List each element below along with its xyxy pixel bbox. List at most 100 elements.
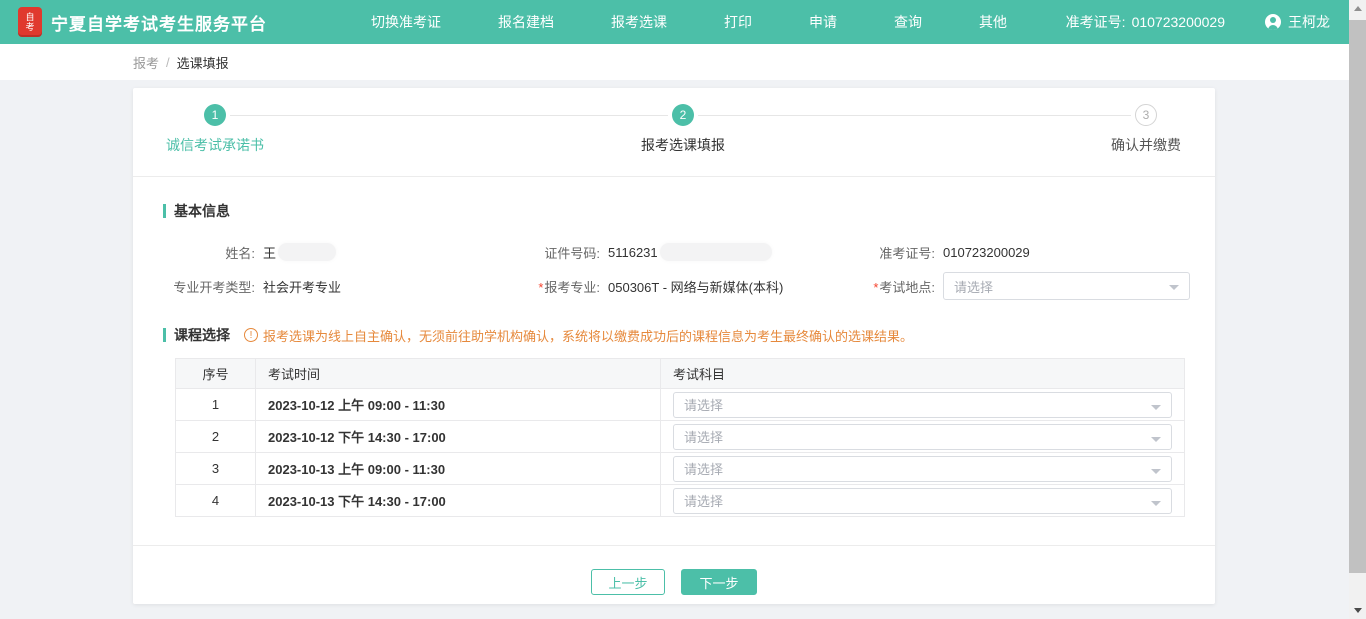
course-table-header-row: 序号 考试时间 考试科目 (176, 359, 1185, 389)
step-2-course-selection: 2 报考选课填报 (641, 104, 725, 155)
row-2-subject-select[interactable]: 请选择 (673, 424, 1172, 450)
section-accent-bar (163, 204, 166, 218)
row-4-subject-cell: 请选择 (661, 485, 1185, 517)
scrollbar-thumb[interactable] (1349, 20, 1366, 573)
field-exam-location-control: 请选择 (943, 272, 1190, 300)
row-3-no: 3 (176, 453, 256, 485)
row-4-no: 4 (176, 485, 256, 517)
app-header: 自考 宁夏自学考试考生服务平台 切换准考证 报名建档 报考选课 打印 申请 查询… (0, 0, 1366, 44)
field-exam-location-label-text: 考试地点: (879, 280, 935, 295)
course-table-row: 2 2023-10-12 下午 14:30 - 17:00 请选择 (176, 421, 1185, 453)
step-connector-line (698, 115, 1131, 116)
basic-info-row-1: 姓名: 王 证件号码: 5116231 准考证号: 010723200029 (163, 235, 1185, 269)
previous-step-button[interactable]: 上一步 (591, 569, 665, 595)
step-3-confirm-pay: 3 确认并缴费 (1111, 104, 1181, 155)
admission-ticket-value: 010723200029 (1132, 14, 1225, 30)
field-name: 姓名: 王 (163, 243, 508, 262)
step-1-integrity-commitment: 1 诚信考试承诺书 (166, 104, 264, 155)
field-major-label: *报考专业: (508, 277, 600, 296)
field-name-value: 王 (263, 243, 336, 262)
course-table-row: 1 2023-10-12 上午 09:00 - 11:30 请选择 (176, 389, 1185, 421)
exam-location-placeholder: 请选择 (954, 277, 993, 296)
admission-ticket-number: 准考证号: 010723200029 (1066, 12, 1225, 32)
column-header-exam-time: 考试时间 (256, 359, 661, 389)
field-admission-ticket: 准考证号: 010723200029 (842, 243, 1185, 262)
field-id-value: 5116231 (608, 243, 772, 261)
nav-item-apply[interactable]: 申请 (809, 12, 837, 32)
row-1-subject-cell: 请选择 (661, 389, 1185, 421)
nav-item-course-selection[interactable]: 报考选课 (611, 12, 667, 32)
nav-item-other[interactable]: 其他 (979, 12, 1007, 32)
exam-location-select[interactable]: 请选择 (943, 272, 1190, 300)
step-1-number: 1 (204, 104, 226, 126)
row-3-subject-select[interactable]: 请选择 (673, 456, 1172, 482)
row-3-exam-time: 2023-10-13 上午 09:00 - 11:30 (256, 453, 661, 485)
action-buttons: 上一步 下一步 (133, 546, 1215, 595)
step-3-number: 3 (1135, 104, 1157, 126)
header-right: 准考证号: 010723200029 王柯龙 (1066, 12, 1330, 32)
field-admission-ticket-value: 010723200029 (943, 245, 1030, 260)
row-1-no: 1 (176, 389, 256, 421)
main-nav: 切换准考证 报名建档 报考选课 打印 申请 查询 其他 (371, 12, 1007, 32)
nav-item-print[interactable]: 打印 (724, 12, 752, 32)
info-circle-icon: ! (244, 328, 258, 342)
step-1-label: 诚信考试承诺书 (166, 135, 264, 155)
brand-title: 宁夏自学考试考生服务平台 (51, 10, 267, 35)
field-id-number: 证件号码: 5116231 (508, 243, 842, 262)
row-4-subject-select[interactable]: 请选择 (673, 488, 1172, 514)
scroll-down-button[interactable] (1349, 602, 1366, 619)
scroll-up-button[interactable] (1349, 0, 1366, 17)
course-table-row: 3 2023-10-13 上午 09:00 - 11:30 请选择 (176, 453, 1185, 485)
breadcrumb-separator: / (166, 55, 170, 70)
admission-ticket-label: 准考证号: (1066, 14, 1126, 30)
nav-item-switch-admission-ticket[interactable]: 切换准考证 (371, 12, 441, 32)
field-exam-location-label: *考试地点: (842, 277, 935, 296)
step-2-number: 2 (672, 104, 694, 126)
course-notice-text: 报考选课为线上自主确认，无须前往助学机构确认，系统将以缴费成功后的课程信息为考生… (263, 326, 913, 345)
required-mark: * (538, 280, 543, 295)
row-2-subject-placeholder: 请选择 (684, 427, 723, 446)
scroll-up-icon (1354, 6, 1362, 11)
section-accent-bar (163, 328, 166, 342)
user-menu[interactable]: 王柯龙 (1265, 12, 1330, 32)
scroll-down-icon (1354, 608, 1362, 613)
step-2-label: 报考选课填报 (641, 135, 725, 155)
breadcrumb: 报考 / 选课填报 (0, 44, 1366, 80)
course-section-title-text: 课程选择 (174, 325, 230, 345)
basic-info-section: 基本信息 姓名: 王 证件号码: 5116231 (133, 201, 1215, 303)
next-step-button[interactable]: 下一步 (681, 569, 757, 595)
column-header-exam-subject: 考试科目 (661, 359, 1185, 389)
course-section-title: 课程选择 (163, 325, 230, 345)
basic-info-row-2: 专业开考类型: 社会开考专业 *报考专业: 050306T - 网络与新媒体(本… (163, 269, 1185, 303)
row-1-subject-placeholder: 请选择 (684, 395, 723, 414)
user-icon (1265, 14, 1281, 30)
row-1-subject-select[interactable]: 请选择 (673, 392, 1172, 418)
field-major-value: 050306T - 网络与新媒体(本科) (608, 277, 783, 296)
field-id-value-text: 5116231 (608, 245, 658, 260)
step-indicator: 1 诚信考试承诺书 2 报考选课填报 3 确认并缴费 (133, 88, 1215, 177)
breadcrumb-current: 选课填报 (177, 53, 229, 72)
field-name-label: 姓名: (163, 243, 255, 262)
basic-info-title-text: 基本信息 (174, 201, 230, 221)
row-2-no: 2 (176, 421, 256, 453)
column-header-no: 序号 (176, 359, 256, 389)
row-3-subject-placeholder: 请选择 (684, 459, 723, 478)
row-2-exam-time: 2023-10-12 下午 14:30 - 17:00 (256, 421, 661, 453)
row-1-exam-time: 2023-10-12 上午 09:00 - 11:30 (256, 389, 661, 421)
nav-item-registration-filing[interactable]: 报名建档 (498, 12, 554, 32)
breadcrumb-parent[interactable]: 报考 (133, 53, 159, 72)
user-name: 王柯龙 (1288, 12, 1330, 32)
nav-item-query[interactable]: 查询 (894, 12, 922, 32)
course-table-row: 4 2023-10-13 下午 14:30 - 17:00 请选择 (176, 485, 1185, 517)
field-admission-ticket-label: 准考证号: (842, 243, 935, 262)
row-4-exam-time: 2023-10-13 下午 14:30 - 17:00 (256, 485, 661, 517)
row-3-subject-cell: 请选择 (661, 453, 1185, 485)
field-major-label-text: 报考专业: (544, 280, 600, 295)
row-4-subject-placeholder: 请选择 (684, 491, 723, 510)
course-table: 序号 考试时间 考试科目 1 2023-10-12 上午 09:00 - 11:… (175, 358, 1185, 517)
main-content: 1 诚信考试承诺书 2 报考选课填报 3 确认并缴费 基本信息 姓名: (0, 80, 1366, 619)
course-selection-section: 课程选择 ! 报考选课为线上自主确认，无须前往助学机构确认，系统将以缴费成功后的… (133, 325, 1215, 517)
basic-info-title: 基本信息 (163, 201, 1185, 221)
field-id-label: 证件号码: (508, 243, 600, 262)
brand[interactable]: 自考 宁夏自学考试考生服务平台 (18, 7, 267, 37)
